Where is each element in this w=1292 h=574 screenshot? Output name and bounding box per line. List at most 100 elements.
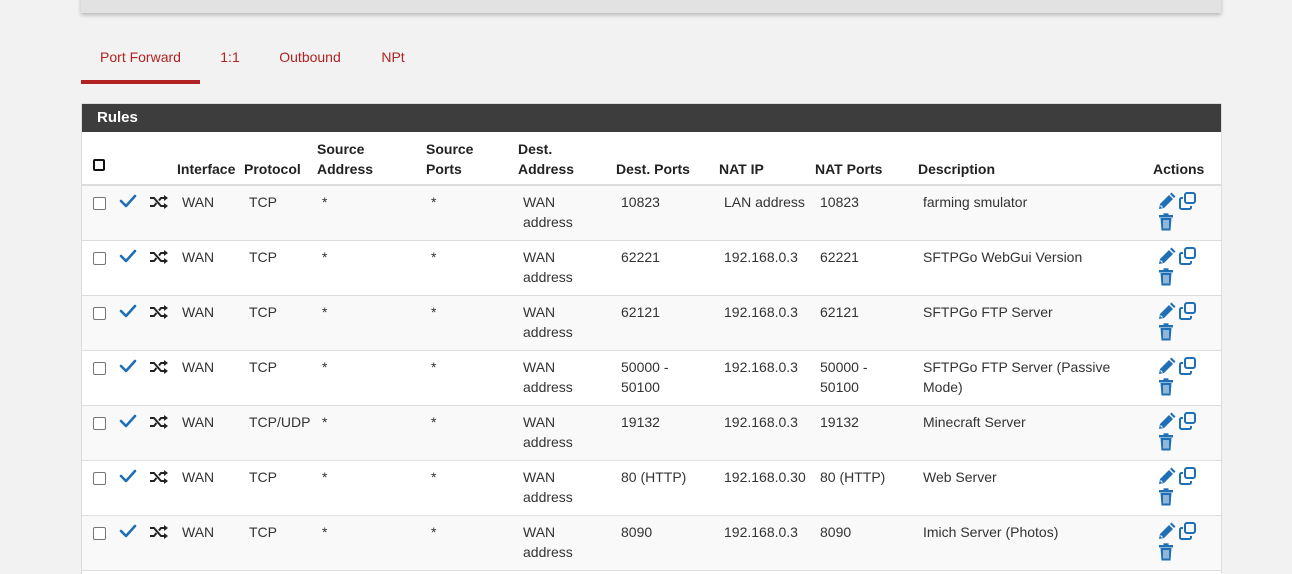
check-icon[interactable] bbox=[119, 359, 137, 378]
trash-icon[interactable] bbox=[1158, 488, 1174, 511]
cell-nat-ip: 192.168.0.30 bbox=[724, 469, 806, 485]
trash-icon[interactable] bbox=[1158, 433, 1174, 456]
table-row: WAN TCP * * WAN address 10823 LAN address 10823… bbox=[82, 186, 1221, 241]
row-select-checkbox[interactable] bbox=[93, 417, 106, 430]
cell-protocol: TCP bbox=[249, 194, 277, 210]
table-row: WAN TCP * * WAN address 62121 192.168.0.3 62121… bbox=[82, 296, 1221, 351]
copy-icon[interactable] bbox=[1178, 191, 1198, 216]
col-dest-address: Dest. Address bbox=[518, 141, 575, 177]
cell-source-address: * bbox=[322, 249, 328, 265]
cell-source-ports: * bbox=[431, 524, 437, 540]
copy-icon[interactable] bbox=[1178, 411, 1198, 436]
cell-interface: WAN bbox=[182, 249, 215, 265]
cell-protocol: TCP bbox=[249, 524, 277, 540]
trash-icon[interactable] bbox=[1158, 323, 1174, 346]
row-select-checkbox[interactable] bbox=[93, 307, 106, 320]
col-nat-ports: NAT Ports bbox=[815, 161, 883, 177]
check-icon[interactable] bbox=[119, 414, 137, 433]
cell-protocol: TCP bbox=[249, 359, 277, 375]
cell-dest-address: WAN address bbox=[523, 469, 573, 505]
cell-interface: WAN bbox=[182, 359, 215, 375]
cell-source-ports: * bbox=[431, 304, 437, 320]
tab-port-forward[interactable]: Port Forward bbox=[81, 40, 200, 84]
cell-dest-ports: 8090 bbox=[621, 524, 653, 540]
cell-nat-ports: 19132 bbox=[820, 414, 859, 430]
cell-nat-ports: 8090 bbox=[820, 524, 852, 540]
copy-icon[interactable] bbox=[1178, 356, 1198, 381]
table-row: WAN TCP * * WAN address 80 (HTTP) 192.168.0.30… bbox=[82, 461, 1221, 516]
table-row: WAN TCP/UDP * * WAN address 19132 192.168.0.3 1… bbox=[82, 406, 1221, 461]
cell-dest-ports: 62121 bbox=[621, 304, 660, 320]
cell-protocol: TCP bbox=[249, 469, 277, 485]
row-select-checkbox[interactable] bbox=[93, 362, 106, 375]
copy-icon[interactable] bbox=[1178, 466, 1198, 491]
tab-one-to-one[interactable]: 1:1 bbox=[215, 40, 245, 80]
table-row: WAN TCP * * WAN address 8090 192.168.0.3 8090 Im… bbox=[82, 516, 1221, 571]
cell-source-ports: * bbox=[431, 414, 437, 430]
copy-icon[interactable] bbox=[1178, 301, 1198, 326]
cell-protocol: TCP bbox=[249, 249, 277, 265]
top-panel bbox=[81, 0, 1221, 13]
cell-nat-ip: 192.168.0.3 bbox=[724, 304, 798, 320]
cell-source-ports: * bbox=[431, 469, 437, 485]
cell-interface: WAN bbox=[182, 414, 215, 430]
cell-nat-ports: 62221 bbox=[820, 249, 859, 265]
cell-protocol: TCP bbox=[249, 304, 277, 320]
cell-interface: WAN bbox=[182, 194, 215, 210]
tab-outbound[interactable]: Outbound bbox=[274, 40, 346, 80]
trash-icon[interactable] bbox=[1158, 543, 1174, 566]
trash-icon[interactable] bbox=[1158, 268, 1174, 291]
shuffle-icon bbox=[149, 414, 169, 435]
row-select-checkbox[interactable] bbox=[93, 197, 106, 210]
shuffle-icon bbox=[149, 359, 169, 380]
check-icon[interactable] bbox=[119, 194, 137, 213]
cell-nat-ip: 192.168.0.3 bbox=[724, 414, 798, 430]
copy-icon[interactable] bbox=[1178, 521, 1198, 546]
cell-source-address: * bbox=[322, 414, 328, 430]
panel-title: Rules bbox=[82, 104, 1221, 132]
cell-nat-ports: 10823 bbox=[820, 194, 859, 210]
trash-icon[interactable] bbox=[1158, 213, 1174, 236]
col-protocol: Protocol bbox=[244, 161, 301, 177]
trash-icon[interactable] bbox=[1158, 378, 1174, 401]
cell-nat-ports: 80 (HTTP) bbox=[820, 469, 886, 485]
col-description: Description bbox=[918, 161, 996, 177]
cell-description: Minecraft Server bbox=[923, 414, 1026, 430]
check-icon[interactable] bbox=[119, 249, 137, 268]
table-header: Interface Protocol Source Address Source… bbox=[82, 132, 1221, 186]
cell-nat-ports: 50000 - 50100 bbox=[820, 359, 868, 395]
col-source-address: Source Address bbox=[317, 141, 374, 177]
row-select-checkbox[interactable] bbox=[93, 527, 106, 540]
check-icon[interactable] bbox=[119, 524, 137, 543]
row-select-checkbox[interactable] bbox=[93, 252, 106, 265]
cell-description: Web Server bbox=[923, 469, 997, 485]
cell-description: Imich Server (Photos) bbox=[923, 524, 1059, 540]
row-select-checkbox[interactable] bbox=[93, 472, 106, 485]
col-nat-ip: NAT IP bbox=[719, 161, 764, 177]
table-row: WAN TCP * * WAN address 50000 - 50100 192.168.… bbox=[82, 351, 1221, 406]
rules-table-body: WAN TCP * * WAN address 10823 LAN address 10823… bbox=[82, 186, 1221, 571]
shuffle-icon bbox=[149, 194, 169, 215]
select-all-checkbox[interactable] bbox=[93, 159, 105, 171]
cell-source-address: * bbox=[322, 304, 328, 320]
cell-nat-ip: 192.168.0.3 bbox=[724, 524, 798, 540]
cell-dest-address: WAN address bbox=[523, 194, 573, 230]
check-icon[interactable] bbox=[119, 469, 137, 488]
cell-dest-address: WAN address bbox=[523, 414, 573, 450]
cell-dest-ports: 19132 bbox=[621, 414, 660, 430]
cell-interface: WAN bbox=[182, 304, 215, 320]
cell-dest-ports: 80 (HTTP) bbox=[621, 469, 687, 485]
copy-icon[interactable] bbox=[1178, 246, 1198, 271]
shuffle-icon bbox=[149, 524, 169, 545]
cell-protocol: TCP/UDP bbox=[249, 414, 311, 430]
cell-nat-ip: LAN address bbox=[724, 194, 805, 210]
cell-source-ports: * bbox=[431, 249, 437, 265]
cell-source-ports: * bbox=[431, 359, 437, 375]
cell-nat-ip: 192.168.0.3 bbox=[724, 249, 798, 265]
check-icon[interactable] bbox=[119, 304, 137, 323]
cell-dest-address: WAN address bbox=[523, 304, 573, 340]
col-dest-ports: Dest. Ports bbox=[616, 161, 690, 177]
shuffle-icon bbox=[149, 469, 169, 490]
col-source-ports: Source Ports bbox=[426, 141, 474, 177]
tab-npt[interactable]: NPt bbox=[375, 40, 411, 80]
